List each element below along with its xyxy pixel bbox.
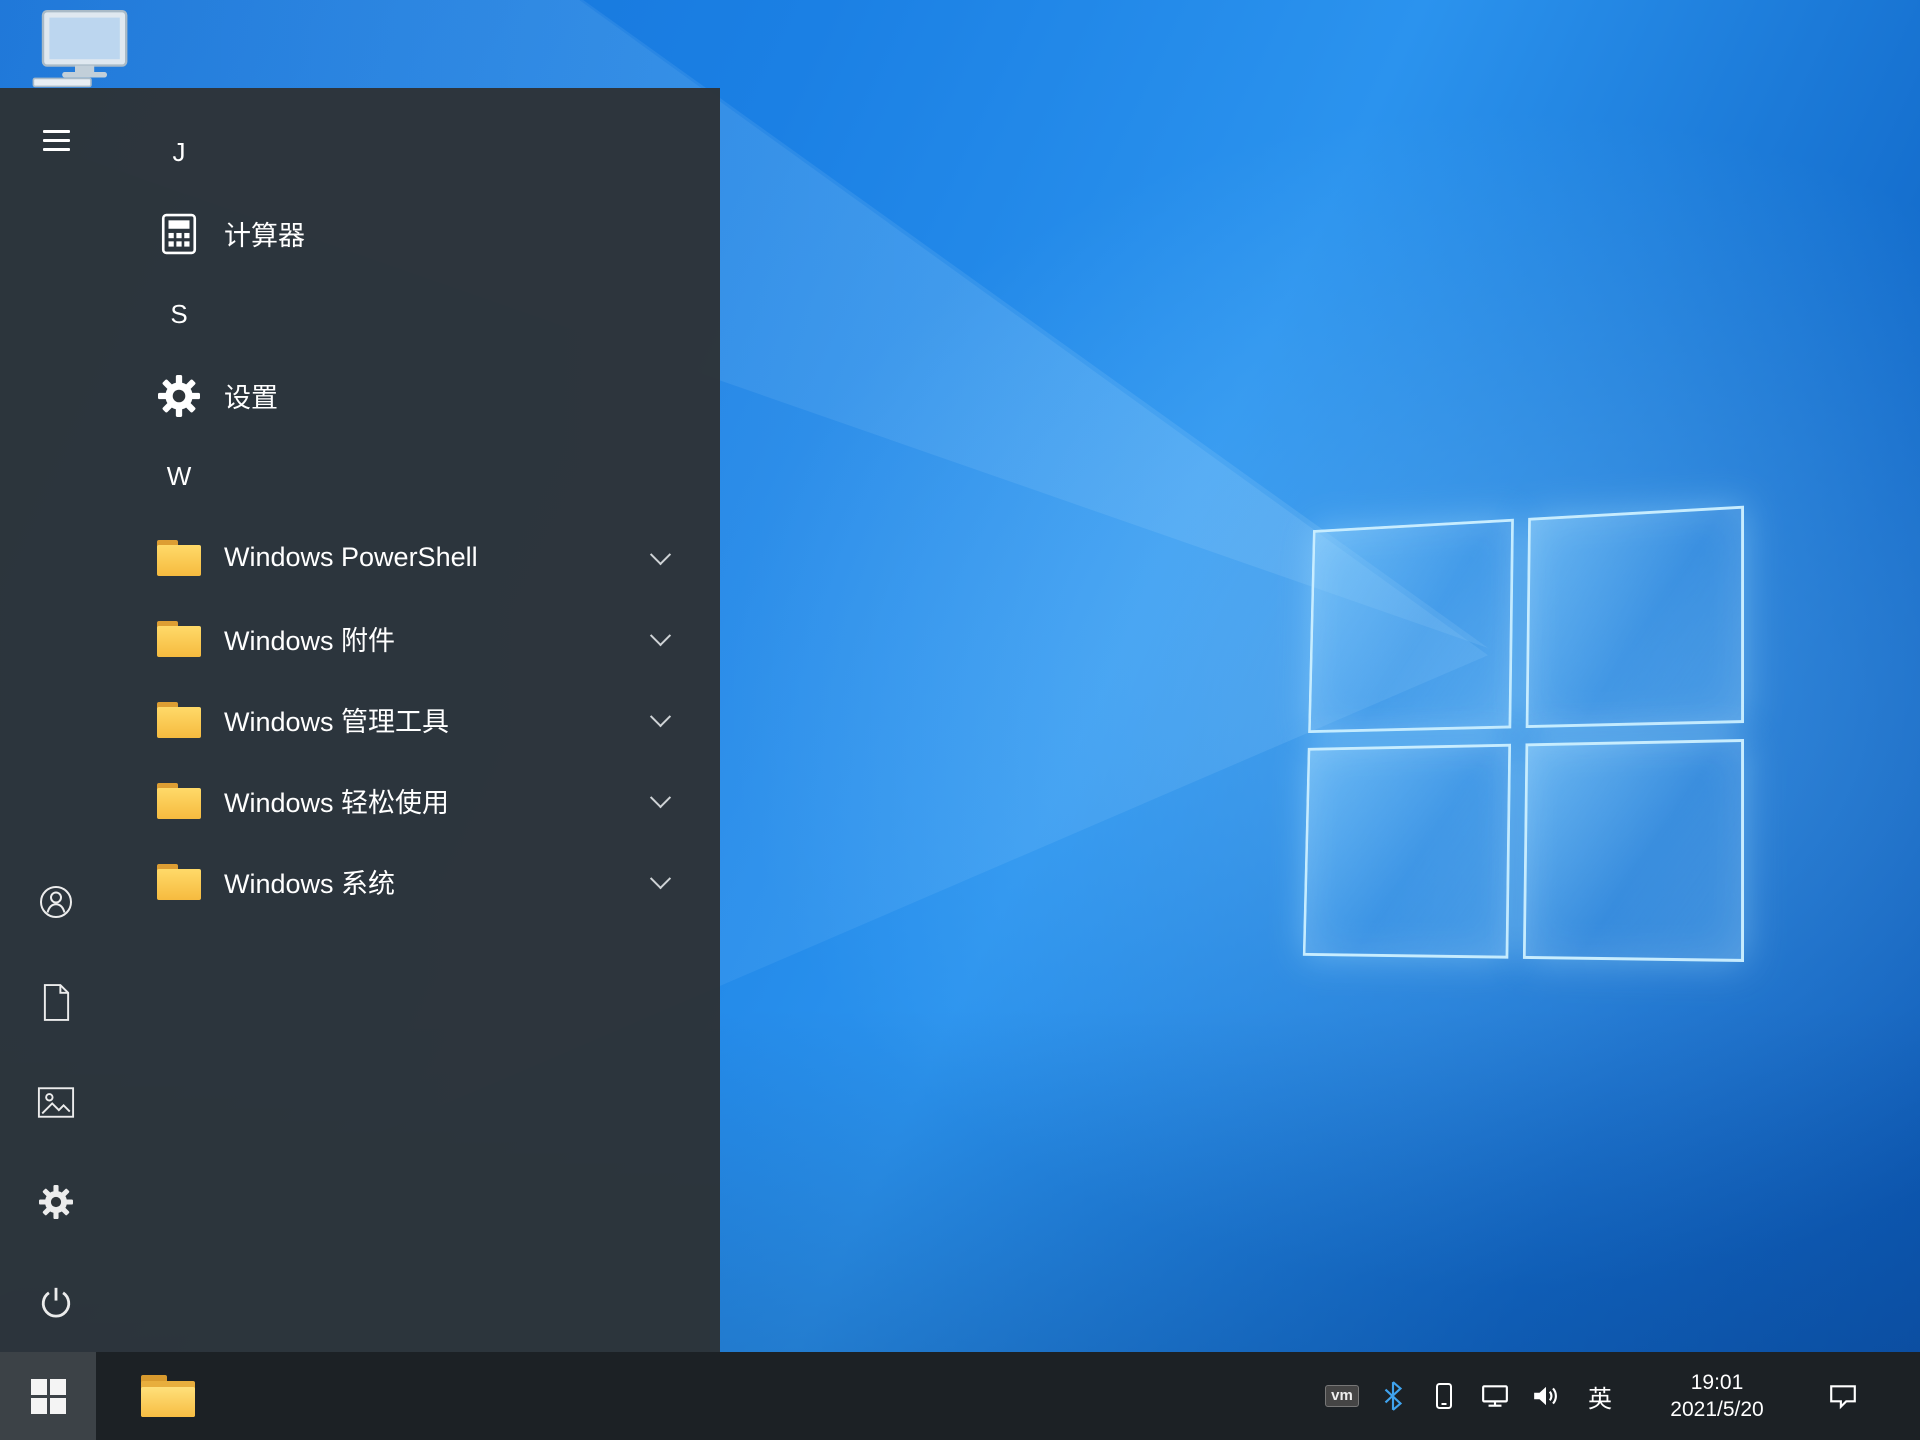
section-letter: S — [170, 299, 188, 329]
pictures-icon — [37, 1086, 75, 1118]
app-label: 设置 — [224, 383, 278, 413]
app-label: Windows 系统 — [224, 869, 396, 899]
app-list-item-settings[interactable]: 设置 — [112, 355, 720, 436]
vmware-tray-button[interactable]: vm — [1325, 1379, 1359, 1413]
device-tray-button[interactable] — [1427, 1379, 1461, 1413]
bluetooth-icon — [1384, 1381, 1403, 1411]
app-list-folder-windows-ease-of-access[interactable]: Windows 轻松使用 — [112, 760, 720, 841]
app-list-letter-w[interactable]: W — [112, 436, 720, 517]
section-letter: W — [166, 461, 192, 491]
power-icon — [41, 1287, 71, 1318]
folder-icon — [156, 863, 202, 901]
clock-time: 19:01 — [1690, 1371, 1744, 1394]
device-icon — [1436, 1383, 1452, 1409]
windows-logo — [1302, 505, 1744, 963]
chevron-down-icon[interactable] — [646, 544, 674, 572]
user-account-button[interactable] — [0, 852, 112, 952]
gear-icon — [39, 1185, 73, 1219]
network-tray-button[interactable] — [1478, 1379, 1512, 1413]
app-list: J 计算器 S 设置 W Windows PowerShell Windows … — [112, 88, 720, 1352]
app-label: Windows 轻松使用 — [224, 788, 450, 818]
this-pc-icon[interactable] — [28, 8, 138, 88]
taskbar-file-explorer-button[interactable] — [122, 1352, 214, 1440]
calculator-icon — [156, 211, 202, 257]
app-list-folder-windows-accessories[interactable]: Windows 附件 — [112, 598, 720, 679]
hamburger-icon — [42, 129, 70, 151]
document-icon — [43, 983, 69, 1021]
folder-icon — [156, 620, 202, 658]
windows-10-desktop: J 计算器 S 设置 W Windows PowerShell Windows … — [0, 0, 1920, 1440]
taskbar: vm 英 19:01 2021/5/20 — [0, 1352, 1920, 1440]
power-button[interactable] — [0, 1252, 112, 1352]
app-list-letter-s[interactable]: S — [112, 274, 720, 355]
action-center-icon — [1830, 1385, 1856, 1410]
windows-logo-icon — [30, 1378, 66, 1414]
app-list-folder-windows-system[interactable]: Windows 系统 — [112, 841, 720, 922]
expand-menu-button[interactable] — [0, 88, 112, 192]
app-list-folder-windows-admin-tools[interactable]: Windows 管理工具 — [112, 679, 720, 760]
windows-logo-pane — [1525, 505, 1744, 729]
app-label: Windows 管理工具 — [224, 707, 450, 737]
gear-icon — [156, 373, 202, 419]
windows-logo-pane — [1522, 738, 1744, 963]
bluetooth-tray-button[interactable] — [1376, 1379, 1410, 1413]
speaker-icon — [1534, 1386, 1557, 1406]
ime-indicator[interactable]: 英 — [1580, 1379, 1620, 1414]
app-list-letter-j[interactable]: J — [112, 112, 720, 193]
windows-logo-pane — [1308, 518, 1514, 734]
file-explorer-icon — [140, 1374, 196, 1418]
network-icon — [1482, 1385, 1508, 1407]
start-button[interactable] — [0, 1352, 96, 1440]
app-list-folder-windows-powershell[interactable]: Windows PowerShell — [112, 517, 720, 598]
chevron-down-icon[interactable] — [646, 787, 674, 815]
app-label: Windows 附件 — [224, 626, 396, 656]
monitor-icon — [32, 10, 128, 88]
user-icon — [40, 886, 72, 918]
folder-icon — [156, 539, 202, 577]
app-label: Windows PowerShell — [224, 542, 478, 572]
chevron-down-icon[interactable] — [646, 706, 674, 734]
section-letter: J — [172, 137, 186, 167]
chevron-down-icon[interactable] — [646, 625, 674, 653]
vmware-icon: vm — [1325, 1384, 1359, 1408]
action-center-button[interactable] — [1814, 1382, 1872, 1410]
start-menu: J 计算器 S 设置 W Windows PowerShell Windows … — [0, 88, 720, 1352]
windows-logo-pane — [1302, 743, 1512, 959]
pictures-button[interactable] — [0, 1052, 112, 1152]
app-label: 计算器 — [224, 221, 305, 251]
chevron-down-icon[interactable] — [646, 868, 674, 896]
system-tray: vm 英 19:01 2021/5/20 — [1325, 1352, 1920, 1440]
app-list-item-calculator[interactable]: 计算器 — [112, 193, 720, 274]
folder-icon — [156, 701, 202, 739]
clock-date: 2021/5/20 — [1670, 1398, 1764, 1421]
folder-icon — [156, 782, 202, 820]
documents-button[interactable] — [0, 952, 112, 1052]
rail-bottom-group — [0, 852, 112, 1352]
volume-tray-button[interactable] — [1529, 1379, 1563, 1413]
start-menu-rail — [0, 88, 112, 1352]
settings-button[interactable] — [0, 1152, 112, 1252]
taskbar-clock[interactable]: 19:01 2021/5/20 — [1637, 1369, 1797, 1423]
